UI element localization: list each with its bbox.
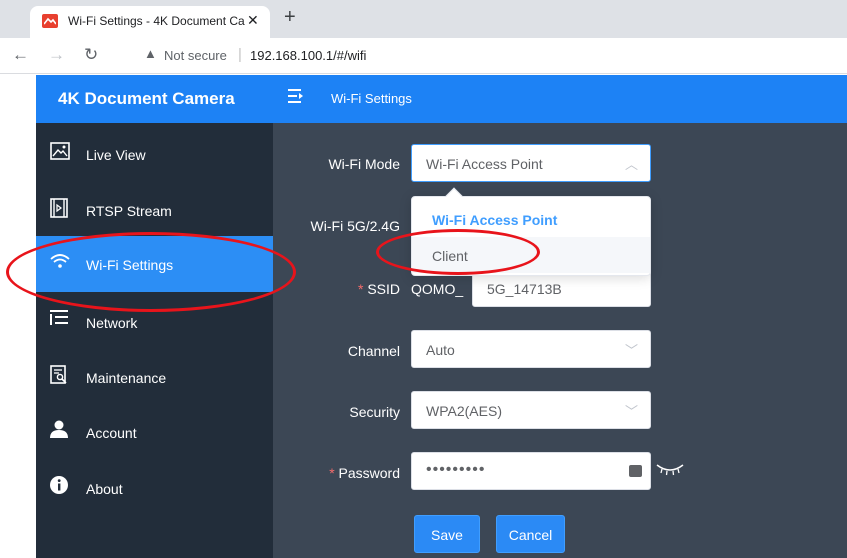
- save-button-label: Save: [431, 527, 463, 543]
- chevron-down-icon: ﹀: [624, 404, 638, 419]
- back-icon[interactable]: ←: [12, 45, 29, 65]
- sidebar: Live View RTSP Stream Wi-Fi Settings Net…: [36, 123, 273, 558]
- channel-label: Channel: [347, 343, 400, 359]
- browser-tab-strip: Wi-Fi Settings - 4K Document Ca ✕ +: [0, 0, 847, 38]
- chevron-up-icon: ︿: [624, 157, 638, 172]
- security-value: WPA2(AES): [426, 403, 502, 419]
- sidebar-item-label: Network: [86, 315, 138, 331]
- sidebar-item-network[interactable]: Network: [36, 294, 273, 350]
- wifi-mode-value: Wi-Fi Access Point: [426, 156, 543, 172]
- ssid-prefix: QOMO_: [411, 281, 464, 297]
- wifi-mode-select[interactable]: Wi-Fi Access Point ︿: [411, 144, 651, 182]
- sidebar-item-about[interactable]: About: [36, 460, 273, 516]
- password-label-text: Password: [338, 465, 400, 481]
- cancel-button[interactable]: Cancel: [496, 515, 565, 553]
- film-play-icon: [50, 198, 70, 218]
- url-text[interactable]: 192.168.100.1/#/wifi: [250, 48, 366, 63]
- reload-icon[interactable]: ↻: [84, 45, 98, 65]
- eye-closed-icon[interactable]: [656, 462, 684, 481]
- sidebar-item-rtsp-stream[interactable]: RTSP Stream: [36, 182, 273, 238]
- page-title: Wi-Fi Settings: [331, 91, 412, 106]
- dropdown-option-access-point[interactable]: Wi-Fi Access Point: [412, 201, 650, 237]
- ssid-value: 5G_14713B: [487, 281, 562, 297]
- info-icon: [50, 476, 70, 496]
- password-input[interactable]: •••••••••: [411, 452, 651, 490]
- security-indicator[interactable]: Not secure: [164, 48, 227, 63]
- sidebar-item-wifi-settings[interactable]: Wi-Fi Settings: [36, 236, 273, 292]
- sidebar-item-maintenance[interactable]: Maintenance: [36, 349, 273, 405]
- app-title: 4K Document Camera: [58, 89, 235, 108]
- sidebar-item-label: Maintenance: [86, 370, 167, 386]
- app-header: 4K Document Camera Wi-Fi Settings: [36, 75, 847, 123]
- address-bar[interactable]: ▲ Not secure | 192.168.100.1/#/wifi: [136, 43, 847, 69]
- save-button[interactable]: Save: [414, 515, 480, 553]
- wifi-mode-label: Wi-Fi Mode: [328, 156, 400, 172]
- security-label: Security: [349, 404, 400, 420]
- keyboard-icon[interactable]: [629, 465, 642, 477]
- list-icon: [50, 310, 70, 330]
- browser-toolbar: ← → ↻ ▲ Not secure | 192.168.100.1/#/wif…: [0, 38, 847, 74]
- dropdown-option-client[interactable]: Client: [412, 237, 650, 273]
- password-label: * Password: [320, 465, 400, 481]
- channel-select[interactable]: Auto ﹀: [411, 330, 651, 368]
- required-mark: *: [357, 281, 364, 297]
- ssid-label: * SSID: [340, 281, 400, 297]
- sidebar-item-label: Live View: [86, 147, 146, 163]
- warning-icon: ▲: [144, 46, 157, 61]
- sidebar-item-label: RTSP Stream: [86, 203, 172, 219]
- url-separator: |: [238, 46, 242, 63]
- wifi-icon: [50, 252, 70, 272]
- menu-toggle-icon[interactable]: [288, 87, 304, 108]
- password-value: •••••••••: [426, 461, 486, 478]
- forward-icon[interactable]: →: [48, 45, 65, 65]
- cancel-button-label: Cancel: [508, 527, 553, 543]
- option-label: Client: [432, 248, 468, 264]
- site-favicon-icon: [42, 14, 58, 28]
- ssid-label-text: SSID: [367, 281, 400, 297]
- image-icon: [50, 142, 70, 162]
- option-label: Wi-Fi Access Point: [432, 212, 558, 228]
- browser-tab[interactable]: Wi-Fi Settings - 4K Document Ca ✕: [30, 6, 270, 38]
- channel-value: Auto: [426, 342, 455, 358]
- required-mark: *: [329, 465, 335, 481]
- band-label: Wi-Fi 5G/2.4G: [310, 218, 400, 234]
- sidebar-item-account[interactable]: Account: [36, 404, 273, 460]
- tab-title: Wi-Fi Settings - 4K Document Ca: [68, 14, 245, 28]
- chevron-down-icon: ﹀: [624, 343, 638, 358]
- sidebar-item-label: Wi-Fi Settings: [86, 257, 174, 273]
- sidebar-item-label: About: [86, 481, 123, 497]
- sidebar-item-live-view[interactable]: Live View: [36, 126, 273, 182]
- document-search-icon: [50, 365, 70, 385]
- new-tab-button[interactable]: +: [284, 6, 296, 29]
- wifi-mode-dropdown: Wi-Fi Access Point Client: [411, 187, 651, 276]
- tab-close-icon[interactable]: ✕: [247, 12, 259, 29]
- user-icon: [50, 420, 70, 440]
- sidebar-item-label: Account: [86, 425, 137, 441]
- screenshot: Wi-Fi Settings - 4K Document Ca ✕ + ← → …: [0, 0, 847, 558]
- security-select[interactable]: WPA2(AES) ﹀: [411, 391, 651, 429]
